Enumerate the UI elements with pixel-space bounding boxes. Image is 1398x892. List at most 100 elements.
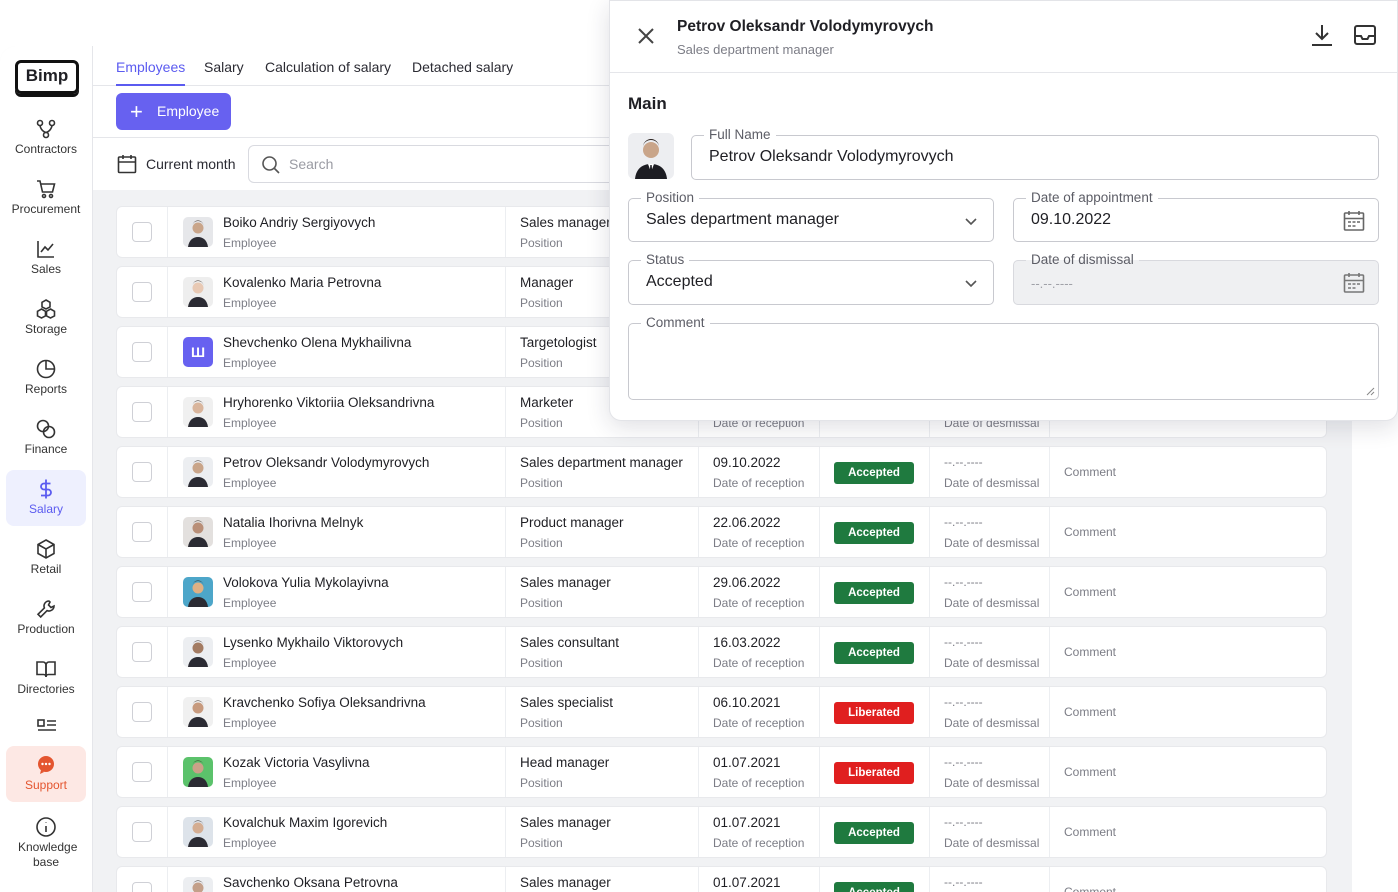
row-checkbox[interactable]: [132, 702, 152, 722]
position-select[interactable]: Position Sales department manager: [628, 190, 994, 242]
cart-icon: [37, 180, 56, 199]
sidebar-item-directories[interactable]: Directories: [6, 650, 86, 706]
row-checkbox[interactable]: [132, 342, 152, 362]
reception-date: 01.07.2021: [713, 875, 781, 890]
sidebar-item-reports[interactable]: Reports: [6, 350, 86, 406]
row-checkbox[interactable]: [132, 642, 152, 662]
comment-field[interactable]: Comment: [628, 315, 1379, 400]
coins-icon: [36, 419, 56, 439]
appointment-date-field[interactable]: Date of appointment 09.10.2022: [1013, 190, 1379, 242]
dismissal-cell: --.--.---- Date of desmissal: [929, 687, 1049, 737]
sidebar-item-contractors[interactable]: Contractors: [6, 110, 86, 166]
tab-detached-salary[interactable]: Detached salary: [412, 59, 513, 86]
status-select[interactable]: Status Accepted: [628, 252, 994, 305]
position-cell: Product manager Position: [505, 507, 698, 557]
position-label: Position: [520, 416, 563, 430]
sidebar-item-storage[interactable]: Storage: [6, 290, 86, 346]
employee-name[interactable]: Kozak Victoria Vasylivna: [223, 755, 370, 770]
table-row[interactable]: Kravchenko Sofiya Oleksandrivna Employee…: [116, 686, 1327, 738]
employee-name[interactable]: Lysenko Mykhailo Viktorovych: [223, 635, 403, 650]
table-row[interactable]: Petrov Oleksandr Volodymyrovych Employee…: [116, 446, 1327, 498]
employee-name[interactable]: Kravchenko Sofiya Oleksandrivna: [223, 695, 426, 710]
row-checkbox[interactable]: [132, 402, 152, 422]
sidebar-item-finance[interactable]: Finance: [6, 410, 86, 466]
search-input[interactable]: [289, 156, 589, 172]
dismissal-label: Date of desmissal: [944, 596, 1040, 610]
panel-header: Petrov Oleksandr Volodymyrovych Sales de…: [610, 1, 1397, 73]
table-row[interactable]: Volokova Yulia Mykolayivna Employee Sale…: [116, 566, 1327, 618]
field-label: Date of appointment: [1026, 190, 1158, 206]
employee-name[interactable]: Boiko Andriy Sergiyovych: [223, 215, 375, 230]
avatar: [183, 697, 213, 727]
row-checkbox[interactable]: [132, 582, 152, 602]
list-icon[interactable]: [36, 717, 58, 731]
employee-role: Employee: [223, 776, 277, 790]
calendar-icon[interactable]: [1342, 209, 1366, 233]
sidebar-item-label: Knowledge base: [18, 840, 78, 869]
search-icon: [262, 156, 280, 174]
sidebar-item-sales[interactable]: Sales: [6, 230, 86, 286]
position-cell: Sales manager Position: [505, 807, 698, 857]
tab-salary[interactable]: Salary: [204, 59, 244, 86]
table-row[interactable]: Savchenko Oksana Petrovna Employee Sales…: [116, 866, 1327, 892]
sidebar-item-retail[interactable]: Retail: [6, 530, 86, 586]
employee-name[interactable]: Natalia Ihorivna Melnyk: [223, 515, 363, 530]
sidebar-item-production[interactable]: Production: [6, 590, 86, 646]
resize-handle-icon[interactable]: [1365, 386, 1375, 396]
download-icon[interactable]: [1310, 23, 1334, 47]
full-name-field[interactable]: Full Name Petrov Oleksandr Volodymyrovyc…: [691, 127, 1379, 180]
sidebar-item-procurement[interactable]: Procurement: [6, 170, 86, 226]
employee-role: Employee: [223, 656, 277, 670]
tab-calculation-of-salary[interactable]: Calculation of salary: [265, 59, 391, 86]
bimp-logo[interactable]: Bimp: [15, 60, 79, 94]
field-value: 09.10.2022: [1031, 211, 1112, 228]
status-badge: Accepted: [834, 522, 914, 544]
reception-date: 16.03.2022: [713, 635, 781, 650]
employee-name[interactable]: Hryhorenko Viktoriia Oleksandrivna: [223, 395, 434, 410]
employee-role: Employee: [223, 356, 277, 370]
row-checkbox[interactable]: [132, 522, 152, 542]
employee-name[interactable]: Petrov Oleksandr Volodymyrovych: [223, 455, 429, 470]
position-label: Position: [520, 476, 563, 490]
position-cell: Sales manager Position: [505, 867, 698, 892]
status-badge: Accepted: [834, 642, 914, 664]
reception-date: 01.07.2021: [713, 755, 781, 770]
search-box[interactable]: [248, 145, 648, 183]
sidebar-item-salary[interactable]: Salary: [6, 470, 86, 526]
row-checkbox[interactable]: [132, 762, 152, 782]
table-row[interactable]: Kovalchuk Maxim Igorevich Employee Sales…: [116, 806, 1327, 858]
table-row[interactable]: Natalia Ihorivna Melnyk Employee Product…: [116, 506, 1327, 558]
table-row[interactable]: Lysenko Mykhailo Viktorovych Employee Sa…: [116, 626, 1327, 678]
employee-name[interactable]: Kovalchuk Maxim Igorevich: [223, 815, 387, 830]
row-checkbox[interactable]: [132, 882, 152, 892]
employee-role: Employee: [223, 716, 277, 730]
employee-name[interactable]: Kovalenko Maria Petrovna: [223, 275, 381, 290]
status-badge: Accepted: [834, 882, 914, 892]
comment-text: Comment: [1064, 645, 1117, 659]
sidebar-item-support[interactable]: Support: [6, 746, 86, 802]
employee-name[interactable]: Savchenko Oksana Petrovna: [223, 875, 398, 890]
table-row[interactable]: Kozak Victoria Vasylivna Employee Head m…: [116, 746, 1327, 798]
row-checkbox[interactable]: [132, 222, 152, 242]
row-checkbox[interactable]: [132, 822, 152, 842]
add-employee-button[interactable]: + Employee: [116, 93, 231, 130]
comment-cell: Comment: [1049, 447, 1326, 497]
status-cell: Accepted: [819, 567, 929, 617]
calendar-icon: [117, 155, 137, 174]
employee-photo[interactable]: [628, 133, 674, 179]
employee-role: Employee: [223, 296, 277, 310]
period-filter[interactable]: Current month: [116, 153, 235, 175]
inbox-icon[interactable]: [1353, 23, 1377, 47]
sidebar-item-label: Retail: [30, 562, 62, 576]
employee-name[interactable]: Shevchenko Olena Mykhailivna: [223, 335, 411, 350]
status-cell: Accepted: [819, 807, 929, 857]
row-checkbox[interactable]: [132, 282, 152, 302]
sidebar-item-knowledge-base[interactable]: Knowledge base: [6, 808, 86, 878]
name-cell: Ш Shevchenko Olena Mykhailivna Employee: [167, 327, 505, 377]
reception-date: 09.10.2022: [713, 455, 781, 470]
position-value: Sales manager: [520, 815, 611, 830]
row-checkbox[interactable]: [132, 462, 152, 482]
employee-name[interactable]: Volokova Yulia Mykolayivna: [223, 575, 389, 590]
tab-employees[interactable]: Employees: [116, 59, 186, 86]
close-icon[interactable]: [635, 25, 657, 47]
